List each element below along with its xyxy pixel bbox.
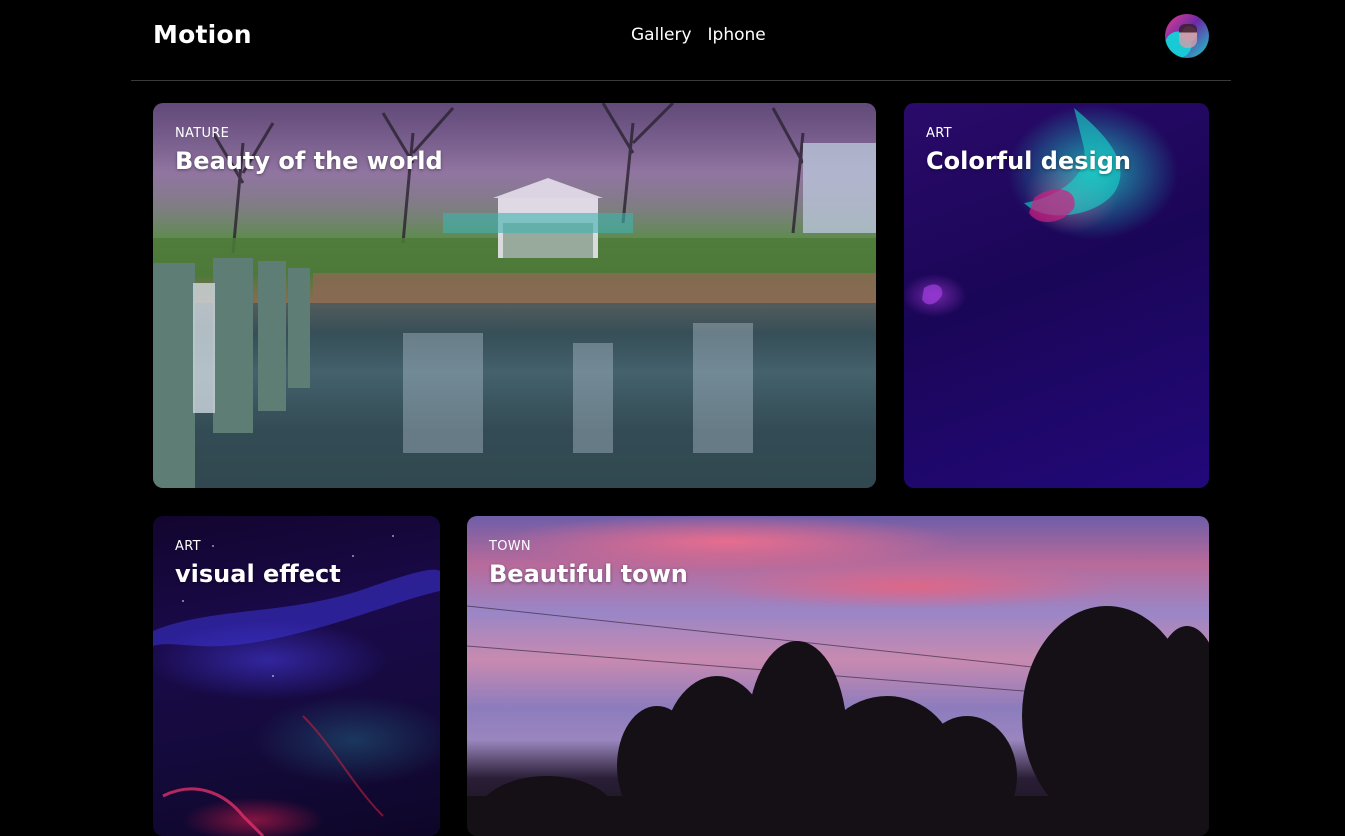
card-title: Colorful design — [926, 147, 1131, 175]
nav-link-gallery[interactable]: Gallery — [631, 25, 692, 45]
card-tag: ART — [926, 126, 952, 141]
nav-link-iphone[interactable]: Iphone — [708, 25, 766, 45]
card-beauty-of-the-world[interactable]: NATURE Beauty of the world — [153, 103, 876, 488]
main-nav: Gallery Iphone — [631, 25, 766, 45]
card-tag: NATURE — [175, 126, 230, 141]
user-avatar[interactable] — [1165, 14, 1209, 58]
card-title: visual effect — [175, 560, 341, 588]
avatar-portrait — [1179, 24, 1197, 48]
card-title: Beauty of the world — [175, 147, 443, 175]
card-tag: TOWN — [489, 539, 531, 554]
card-visual-effect[interactable]: ART visual effect — [153, 516, 440, 836]
card-beautiful-town[interactable]: TOWN Beautiful town — [467, 516, 1209, 836]
top-header: Motion Gallery Iphone — [131, 0, 1231, 81]
card-tag: ART — [175, 539, 201, 554]
site-logo[interactable]: Motion — [153, 20, 252, 49]
card-colorful-design[interactable]: ART Colorful design — [904, 103, 1209, 488]
card-title: Beautiful town — [489, 560, 688, 588]
